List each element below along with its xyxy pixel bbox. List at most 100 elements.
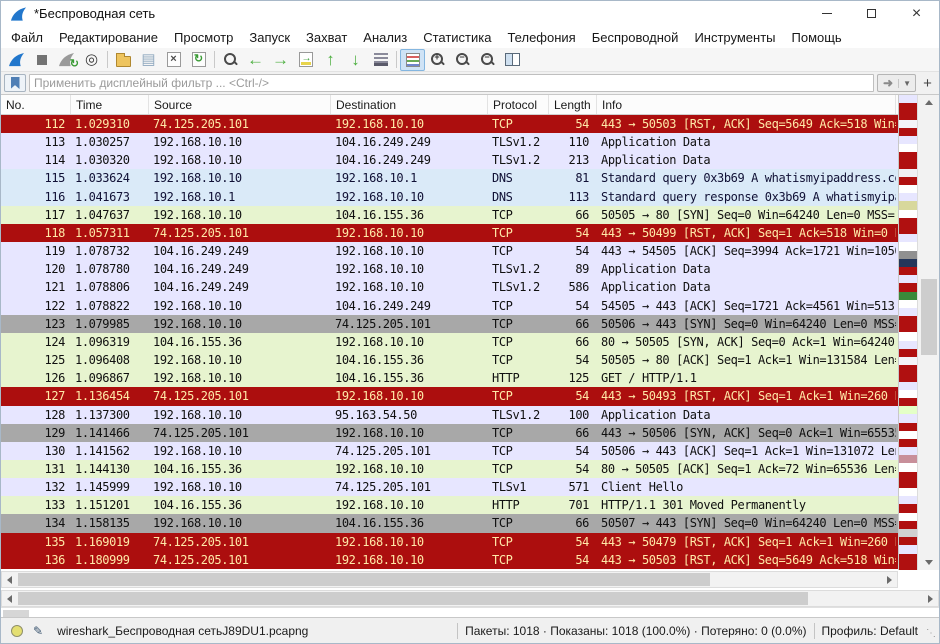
start-capture-button[interactable] [4, 49, 29, 71]
menu-wireless[interactable]: Беспроводной [584, 28, 687, 47]
cell-destination: 192.168.10.10 [331, 260, 488, 278]
horizontal-scrollbar-thumb[interactable] [18, 592, 808, 605]
close-file-icon: × [167, 52, 181, 67]
zoom-normal-button[interactable]: − [475, 49, 500, 71]
cell-source: 104.16.249.249 [149, 242, 331, 260]
packet-row-120[interactable]: 1201.078780104.16.249.249192.168.10.10TL… [1, 260, 898, 278]
horizontal-scrollbar-secondary[interactable] [1, 590, 939, 607]
open-file-button[interactable] [111, 49, 136, 71]
display-filter-input[interactable] [29, 74, 874, 92]
scroll-left-button[interactable] [2, 591, 17, 606]
packet-row-136[interactable]: 1361.18099974.125.205.101192.168.10.10TC… [1, 551, 898, 569]
packet-row-114[interactable]: 1141.030320192.168.10.10104.16.249.249TL… [1, 151, 898, 169]
horizontal-scrollbar-thumb[interactable] [18, 573, 710, 586]
packet-row-127[interactable]: 1271.13645474.125.205.101192.168.10.10TC… [1, 387, 898, 405]
packet-row-130[interactable]: 1301.141562192.168.10.1074.125.205.101TC… [1, 442, 898, 460]
save-file-button[interactable]: ▤ [136, 49, 161, 71]
colorize-packets-button[interactable] [400, 49, 425, 71]
menu-help[interactable]: Помощь [784, 28, 850, 47]
minimize-button[interactable] [804, 1, 849, 26]
packet-row-124[interactable]: 1241.096319104.16.155.36192.168.10.10TCP… [1, 333, 898, 351]
packet-row-135[interactable]: 1351.16901974.125.205.101192.168.10.10TC… [1, 533, 898, 551]
column-header-destination[interactable]: Destination [331, 95, 488, 114]
packet-row-121[interactable]: 1211.078806104.16.249.249192.168.10.10TL… [1, 278, 898, 296]
packet-row-112[interactable]: 1121.02931074.125.205.101192.168.10.10TC… [1, 115, 898, 133]
maximize-button[interactable] [849, 1, 894, 26]
go-first-packet-button[interactable]: ↑ [318, 49, 343, 71]
capture-comment-icon[interactable]: ✎ [33, 624, 43, 638]
capture-options-button[interactable]: ◎ [79, 49, 104, 71]
scroll-left-button[interactable] [2, 572, 17, 587]
go-to-packet-button[interactable] [293, 49, 318, 71]
packet-row-116[interactable]: 1161.041673192.168.10.1192.168.10.10DNS1… [1, 188, 898, 206]
packet-row-131[interactable]: 1311.144130104.16.155.36192.168.10.10TCP… [1, 460, 898, 478]
vertical-scrollbar[interactable] [917, 95, 940, 570]
find-packet-button[interactable] [218, 49, 243, 71]
scroll-right-button[interactable] [923, 591, 938, 606]
zoom-out-button[interactable]: − [450, 49, 475, 71]
menu-telephony[interactable]: Телефония [499, 28, 583, 47]
packet-row-115[interactable]: 1151.033624192.168.10.10192.168.10.1DNS8… [1, 169, 898, 187]
menu-capture[interactable]: Захват [298, 28, 355, 47]
packet-row-126[interactable]: 1261.096867192.168.10.10104.16.155.36HTT… [1, 369, 898, 387]
cell-source: 192.168.10.10 [149, 297, 331, 315]
cell-time: 1.180999 [71, 551, 149, 569]
menu-edit[interactable]: Редактирование [51, 28, 166, 47]
go-last-packet-button[interactable]: ↓ [343, 49, 368, 71]
packet-row-128[interactable]: 1281.137300192.168.10.1095.163.54.50TLSv… [1, 406, 898, 424]
packet-minimap[interactable] [898, 95, 917, 570]
scroll-down-button[interactable] [918, 555, 940, 570]
packet-row-113[interactable]: 1131.030257192.168.10.10104.16.249.249TL… [1, 133, 898, 151]
start-capture-icon [8, 52, 25, 67]
filter-bookmark-button[interactable] [4, 74, 26, 92]
packet-row-125[interactable]: 1251.096408192.168.10.10104.16.155.36TCP… [1, 351, 898, 369]
column-header-info[interactable]: Info [597, 95, 896, 114]
stop-capture-button[interactable] [29, 49, 54, 71]
scroll-right-button[interactable] [882, 572, 897, 587]
restart-capture-button[interactable]: ↻ [54, 49, 79, 71]
menu-view[interactable]: Просмотр [166, 28, 241, 47]
cell-destination: 104.16.155.36 [331, 369, 488, 387]
menu-tools[interactable]: Инструменты [686, 28, 783, 47]
cell-time: 1.078822 [71, 297, 149, 315]
packet-row-117[interactable]: 1171.047637192.168.10.10104.16.155.36TCP… [1, 206, 898, 224]
auto-scroll-button[interactable] [368, 49, 393, 71]
cell-protocol: TCP [488, 514, 549, 532]
packet-row-134[interactable]: 1341.158135192.168.10.10104.16.155.36TCP… [1, 514, 898, 532]
expert-info-icon[interactable] [11, 625, 23, 637]
reload-file-button[interactable]: ↻ [186, 49, 211, 71]
scroll-up-button[interactable] [918, 95, 940, 110]
profile-selector[interactable]: Профиль: Default [822, 624, 919, 638]
minimap-stripe [899, 95, 917, 103]
close-button[interactable]: × [894, 1, 939, 26]
go-forward-button[interactable]: → [268, 49, 293, 71]
packet-row-133[interactable]: 1331.151201104.16.155.36192.168.10.10HTT… [1, 496, 898, 514]
packet-row-118[interactable]: 1181.05731174.125.205.101192.168.10.10TC… [1, 224, 898, 242]
horizontal-scrollbar-packets[interactable] [1, 571, 898, 588]
cell-length: 100 [549, 406, 597, 424]
packet-row-129[interactable]: 1291.14146674.125.205.101192.168.10.10TC… [1, 424, 898, 442]
packet-row-123[interactable]: 1231.079985192.168.10.1074.125.205.101TC… [1, 315, 898, 333]
cell-protocol: TLSv1 [488, 478, 549, 496]
column-header-source[interactable]: Source [149, 95, 331, 114]
menu-file[interactable]: Файл [3, 28, 51, 47]
column-header-time[interactable]: Time [71, 95, 149, 114]
add-filter-button[interactable]: + [919, 74, 936, 92]
menu-analyze[interactable]: Анализ [355, 28, 415, 47]
filter-dropdown-caret-icon[interactable]: ▼ [898, 79, 915, 88]
statusbar-separator [814, 623, 815, 639]
menu-statistics[interactable]: Статистика [415, 28, 499, 47]
go-back-button[interactable]: ← [243, 49, 268, 71]
menu-go[interactable]: Запуск [241, 28, 298, 47]
packet-row-119[interactable]: 1191.078732104.16.249.249192.168.10.10TC… [1, 242, 898, 260]
apply-filter-button[interactable]: ➜ ▼ [877, 74, 916, 92]
column-header-protocol[interactable]: Protocol [488, 95, 549, 114]
column-header-no[interactable]: No. [1, 95, 71, 114]
close-file-button[interactable]: × [161, 49, 186, 71]
packet-row-122[interactable]: 1221.078822192.168.10.10104.16.249.249TC… [1, 297, 898, 315]
resize-columns-button[interactable] [500, 49, 525, 71]
column-header-length[interactable]: Length [549, 95, 597, 114]
vertical-scrollbar-thumb[interactable] [921, 279, 937, 355]
zoom-in-button[interactable]: + [425, 49, 450, 71]
packet-row-132[interactable]: 1321.145999192.168.10.1074.125.205.101TL… [1, 478, 898, 496]
